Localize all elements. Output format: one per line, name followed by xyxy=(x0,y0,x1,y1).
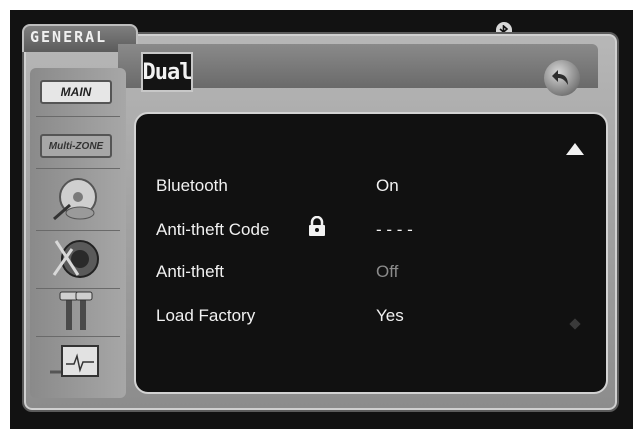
sidebar-item-main[interactable]: MAIN xyxy=(34,80,118,104)
main-button-label: MAIN xyxy=(40,80,112,104)
back-button[interactable] xyxy=(544,60,580,96)
setting-value-anti-theft: Off xyxy=(376,262,399,281)
general-tab-label: GENERAL xyxy=(30,28,108,46)
scroll-up-icon[interactable] xyxy=(566,143,584,155)
monitor-icon xyxy=(50,345,99,377)
multi-zone-button-label: Multi-ZONE xyxy=(40,134,112,158)
divider xyxy=(36,116,120,117)
tools-icon xyxy=(59,291,93,330)
setting-label-anti-theft[interactable]: Anti-theft xyxy=(156,262,224,282)
setting-label-load-factory[interactable]: Load Factory xyxy=(156,306,255,326)
setting-value-bluetooth[interactable]: On xyxy=(376,176,399,196)
disc-icon xyxy=(53,178,97,221)
settings-panel xyxy=(134,112,608,394)
brand-logo: Dual xyxy=(141,52,193,92)
setting-label-bluetooth[interactable]: Bluetooth xyxy=(156,176,228,196)
setting-label-anti-theft-code[interactable]: Anti-theft Code xyxy=(156,220,269,240)
sidebar-item-tools[interactable] xyxy=(34,286,118,336)
setting-value-anti-theft-code[interactable]: - - - - xyxy=(376,220,413,240)
setting-value-load-factory[interactable]: Yes xyxy=(376,306,404,326)
divider xyxy=(36,336,120,337)
back-arrow-icon xyxy=(552,70,568,85)
sidebar-item-speaker[interactable] xyxy=(34,232,118,288)
sidebar-item-disc[interactable] xyxy=(34,172,118,228)
divider xyxy=(36,168,120,169)
lock-icon xyxy=(309,216,325,236)
sidebar-item-multi-zone[interactable]: Multi-ZONE xyxy=(34,134,118,158)
speaker-icon xyxy=(52,240,99,278)
sidebar-item-monitor[interactable] xyxy=(34,340,118,388)
divider xyxy=(36,230,120,231)
